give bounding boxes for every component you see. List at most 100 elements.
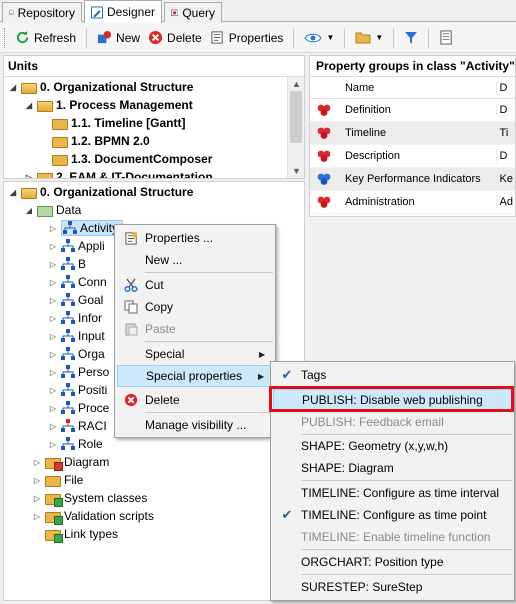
menu-item-special-properties[interactable]: Special properties ▶ [117, 365, 273, 387]
property-row[interactable]: Definition D [310, 99, 515, 122]
submenu-item-timeline-function[interactable]: TIMELINE: Enable timeline function [273, 526, 512, 548]
menu-item-properties[interactable]: Properties ... [117, 227, 273, 249]
expand-icon[interactable]: ▷ [48, 350, 58, 359]
tree-class-item[interactable]: ▷ Conn [48, 273, 107, 291]
chevron-down-icon: ▼ [375, 33, 384, 42]
tree-root[interactable]: ◢ 0. Organizational Structure [8, 183, 193, 201]
refresh-button[interactable]: Refresh [11, 26, 80, 50]
expand-icon[interactable]: ▷ [48, 314, 58, 323]
tree-data-folder[interactable]: ◢ Data [24, 201, 81, 219]
submenu-item-orgchart-position[interactable]: ORGCHART: Position type [273, 551, 512, 573]
property-row[interactable]: Description D [310, 145, 515, 168]
property-group-icon [318, 104, 331, 116]
property-row[interactable]: Timeline Ti [310, 122, 515, 145]
collapse-icon[interactable]: ◢ [24, 206, 34, 215]
property-row[interactable]: Key Performance Indicators Ke [310, 168, 515, 191]
class-label: Conn [78, 275, 107, 289]
expand-icon[interactable]: ▷ [48, 332, 58, 341]
units-pane: Units ◢ 0. Organizational Structure ◢ 1.… [3, 55, 305, 179]
expand-icon[interactable]: ▷ [48, 422, 58, 431]
tree-class-item[interactable]: ▷ RACI [48, 417, 107, 435]
expand-icon[interactable]: ▷ [32, 458, 42, 467]
tree-folder-item[interactable]: Link types [32, 525, 118, 543]
menu-item-cut[interactable]: Cut [117, 274, 273, 296]
tree-class-item[interactable]: ▷ Positi [48, 381, 107, 399]
tree-class-item[interactable]: ▷ Input [48, 327, 105, 345]
expand-icon[interactable]: ▷ [48, 368, 58, 377]
column-name[interactable]: Name [339, 82, 496, 94]
expand-icon[interactable]: ▷ [48, 278, 58, 287]
property-row[interactable]: Administration Ad [310, 191, 515, 214]
submenu-item-label: TIMELINE: Enable timeline function [301, 530, 491, 544]
unit-item[interactable]: 1.2. BPMN 2.0 [52, 132, 150, 150]
tree-class-item[interactable]: ▷ Activity [48, 219, 124, 237]
new-button[interactable]: New [93, 26, 144, 50]
expand-icon[interactable]: ▷ [48, 386, 58, 395]
tab-repository[interactable]: Repository [2, 2, 82, 22]
filter-button[interactable] [400, 26, 422, 50]
folder-dropdown-button[interactable]: ▼ [351, 26, 387, 50]
menu-item-manage-visibility[interactable]: Manage visibility ... [117, 414, 273, 436]
tree-folder-item[interactable]: ▷ Validation scripts [32, 507, 154, 525]
tree-class-item[interactable]: ▷ Appli [48, 237, 105, 255]
expand-icon[interactable]: ▷ [24, 173, 34, 179]
expand-icon[interactable]: ▷ [48, 242, 58, 251]
tree-folder-item[interactable]: ▷ System classes [32, 489, 147, 507]
properties-label: Properties [228, 30, 284, 45]
submenu-item-timeline-point[interactable]: ✔ TIMELINE: Configure as time point [273, 504, 512, 526]
tree-class-item[interactable]: ▷ Perso [48, 363, 109, 381]
tree-folder-item[interactable]: ▷ Diagram [32, 453, 109, 471]
toolbar-grip[interactable] [4, 27, 7, 48]
tree-class-item[interactable]: ▷ Role [48, 435, 103, 453]
expand-icon[interactable]: ▷ [32, 476, 42, 485]
submenu-item-tags[interactable]: ✔ Tags [273, 364, 512, 386]
filter-icon [405, 31, 418, 44]
unit-item[interactable]: 1.1. Timeline [Gantt] [52, 114, 185, 132]
submenu-item-feedback-email[interactable]: PUBLISH: Feedback email [273, 411, 512, 433]
tab-designer[interactable]: Designer [84, 0, 162, 23]
unit-item[interactable]: ◢ 1. Process Management [24, 96, 193, 114]
column-extra[interactable]: D [495, 81, 515, 94]
collapse-icon[interactable]: ◢ [8, 188, 18, 197]
scroll-up-icon[interactable]: ▲ [288, 77, 304, 91]
properties-button[interactable]: Properties [206, 26, 288, 50]
view-dropdown-button[interactable]: ▼ [300, 26, 338, 50]
tree-folder-item[interactable]: ▷ File [32, 471, 83, 489]
expand-icon[interactable]: ▷ [48, 404, 58, 413]
scroll-thumb[interactable] [290, 91, 302, 143]
tree-class-item[interactable]: ▷ B [48, 255, 86, 273]
menu-item-delete[interactable]: Delete [117, 389, 273, 411]
delete-button[interactable]: Delete [144, 26, 206, 50]
unit-item[interactable]: ◢ 0. Organizational Structure [8, 78, 193, 96]
expand-icon[interactable]: ▷ [32, 494, 42, 503]
menu-item-new[interactable]: New ... [117, 249, 273, 271]
submenu-item-surestep[interactable]: SURESTEP: SureStep [273, 576, 512, 598]
menu-item-special[interactable]: Special ▶ [117, 343, 273, 365]
diagram-folder-icon [45, 457, 63, 471]
submenu-item-timeline-interval[interactable]: TIMELINE: Configure as time interval [273, 482, 512, 504]
collapse-icon[interactable]: ◢ [8, 83, 18, 92]
unit-item[interactable]: 1.3. DocumentComposer [52, 150, 212, 168]
expand-icon[interactable]: ▷ [48, 296, 58, 305]
units-scrollbar[interactable]: ▲ ▼ [287, 77, 304, 178]
tree-class-item[interactable]: ▷ Infor [48, 309, 102, 327]
expand-icon[interactable]: ▷ [32, 512, 42, 521]
designer-icon [91, 6, 103, 18]
toolbar-separator [428, 27, 430, 48]
submenu-item-shape-geometry[interactable]: SHAPE: Geometry (x,y,w,h) [273, 435, 512, 457]
expand-icon[interactable]: ▷ [48, 260, 58, 269]
tree-class-item[interactable]: ▷ Orga [48, 345, 105, 363]
tree-class-item[interactable]: ▷ Proce [48, 399, 109, 417]
menu-item-paste[interactable]: Paste [117, 318, 273, 340]
unit-item[interactable]: ▷ 2. EAM & IT-Documentation [24, 168, 213, 179]
menu-item-copy[interactable]: Copy [117, 296, 273, 318]
folder-icon [52, 136, 68, 148]
scroll-down-icon[interactable]: ▼ [288, 164, 304, 178]
tab-query[interactable]: Query [164, 2, 222, 22]
collapse-icon[interactable]: ◢ [24, 101, 34, 110]
tree-class-item[interactable]: ▷ Goal [48, 291, 103, 309]
expand-icon[interactable]: ▷ [48, 224, 58, 233]
expand-icon[interactable]: ▷ [48, 440, 58, 449]
submenu-item-shape-diagram[interactable]: SHAPE: Diagram [273, 457, 512, 479]
report-button[interactable] [435, 26, 458, 50]
